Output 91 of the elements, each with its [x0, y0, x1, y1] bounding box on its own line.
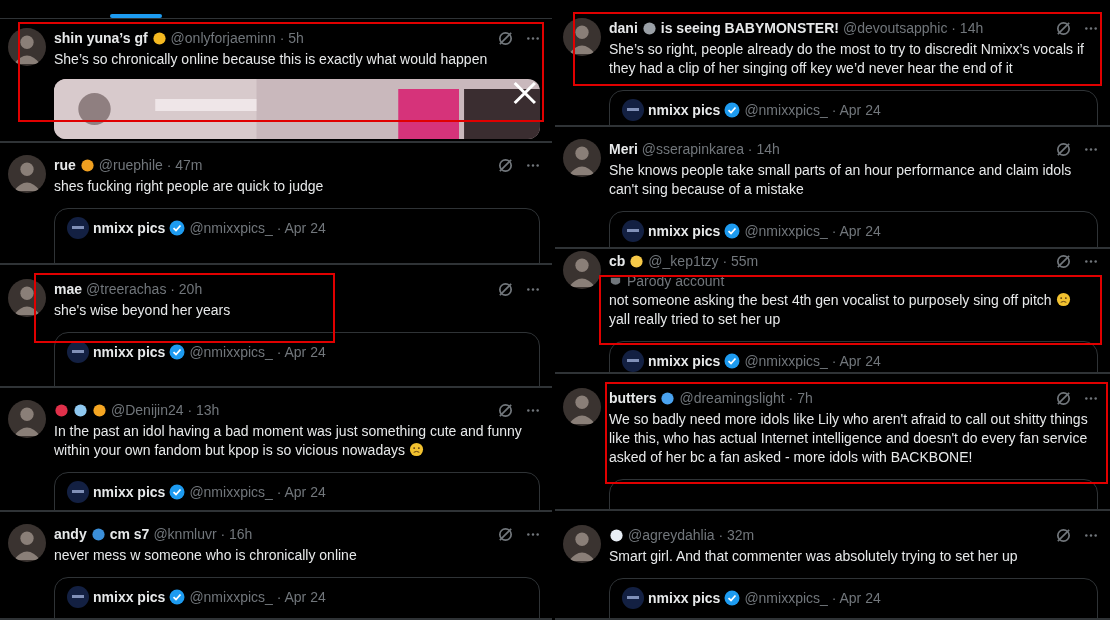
- handle-and-time: @Denijin24 · 13h: [111, 402, 220, 418]
- logo-avatar: [622, 350, 644, 372]
- avatar[interactable]: [8, 28, 46, 66]
- tweet-text: within your own fandom but kpop is so vicious nowadays: [54, 442, 405, 458]
- handle-and-time: @nmixxpics_ · Apr 24: [189, 484, 326, 500]
- avatar[interactable]: [8, 524, 46, 562]
- quoted-post[interactable]: nmixx pics @nmixxpics_ · Apr 24: [54, 577, 540, 618]
- tweet-text: never mess w someone who is chronically online: [54, 547, 357, 563]
- slashed-circle-icon[interactable]: [1055, 526, 1072, 544]
- more-icon[interactable]: [526, 286, 540, 292]
- logo-avatar: [622, 99, 644, 121]
- handle-and-time: @dreamingslight · 7h: [679, 390, 813, 406]
- logo-avatar: [622, 587, 644, 609]
- handle-and-time: @ruephile · 47m: [98, 157, 203, 173]
- display-name[interactable]: cm s7: [109, 526, 150, 542]
- handle-and-time: @nmixxpics_ · Apr 24: [189, 220, 326, 236]
- avatar[interactable]: [563, 18, 601, 56]
- logo-avatar: [622, 220, 644, 242]
- tweet-text: She’s so right, people already do the most to try to discredit Nmixx’s vocals if they had a clip of her singing off key we’d never hear the end of it: [609, 41, 1084, 76]
- handle-and-time: @treerachas · 20h: [86, 281, 203, 297]
- more-icon[interactable]: [1084, 25, 1098, 31]
- tweet-text: She’s so chronically online because this is exactly what would happen: [54, 51, 488, 67]
- display-name[interactable]: andy: [54, 526, 87, 542]
- display-name[interactable]: is seeing BABYMONSTER!: [660, 20, 839, 36]
- slashed-circle-icon[interactable]: [497, 29, 514, 47]
- logo-avatar: [67, 217, 89, 239]
- slashed-circle-icon[interactable]: [1055, 19, 1072, 37]
- more-icon[interactable]: [526, 35, 540, 41]
- avatar[interactable]: [8, 279, 46, 317]
- avatar[interactable]: [563, 525, 601, 563]
- display-name[interactable]: dani: [609, 20, 638, 36]
- slashed-circle-icon[interactable]: [497, 401, 514, 419]
- handle-and-time: @_kep1tzy · 55m: [648, 253, 759, 269]
- slashed-circle-icon[interactable]: [1055, 140, 1072, 158]
- display-name: nmixx pics: [93, 344, 166, 360]
- tweet-text: In the past an idol having a bad moment was just something cute and funny: [54, 423, 522, 439]
- handle-and-time: @nmixxpics_ · Apr 24: [744, 102, 881, 118]
- quoted-post[interactable]: nmixx pics @nmixxpics_ · Apr 24: [609, 90, 1098, 125]
- logo-avatar: [67, 586, 89, 608]
- display-name: nmixx pics: [648, 353, 721, 369]
- display-name: nmixx pics: [648, 223, 721, 239]
- avatar[interactable]: [8, 400, 46, 438]
- quoted-post[interactable]: nmixx pics @nmixxpics_ · Apr 24: [54, 208, 540, 263]
- avatar[interactable]: [8, 155, 46, 193]
- more-icon[interactable]: [526, 162, 540, 168]
- tweet-text: We so badly need more idols like Lily who aren't afraid to call out shitty things like this, who has actual Internet intelligence and doesn't do every fan service asked of her bc a fan asked - more idols with BACKBONE!: [609, 411, 1088, 465]
- avatar[interactable]: [563, 251, 601, 289]
- handle-and-time: @nmixxpics_ · Apr 24: [189, 344, 326, 360]
- slashed-circle-icon[interactable]: [497, 525, 514, 543]
- avatar[interactable]: [563, 139, 601, 177]
- slashed-circle-icon[interactable]: [1055, 252, 1072, 270]
- more-icon[interactable]: [1084, 395, 1098, 401]
- display-name: nmixx pics: [93, 589, 166, 605]
- tweet-text: She knows people take small parts of an hour performance and claim idols can't sing because of a mistake: [609, 162, 1072, 197]
- display-name: nmixx pics: [648, 590, 721, 606]
- handle-and-time: @nmixxpics_ · Apr 24: [744, 223, 881, 239]
- tweet-text: she's wise beyond her years: [54, 302, 231, 318]
- slashed-circle-icon[interactable]: [497, 156, 514, 174]
- slashed-circle-icon[interactable]: [497, 280, 514, 298]
- display-name[interactable]: Meri: [609, 141, 638, 157]
- display-name: nmixx pics: [93, 484, 166, 500]
- more-icon[interactable]: [526, 531, 540, 537]
- display-name[interactable]: butters: [609, 390, 657, 406]
- logo-avatar: [67, 481, 89, 503]
- handle-and-time: @onlyforjaeminn · 5h: [170, 30, 304, 46]
- more-icon[interactable]: [1084, 146, 1098, 152]
- tweet-text: Smart girl. And that commenter was absolutely trying to set her up: [609, 548, 1018, 564]
- tab-indicator: [110, 14, 162, 18]
- more-icon[interactable]: [1084, 258, 1098, 264]
- logo-avatar: [67, 341, 89, 363]
- display-name[interactable]: mae: [54, 281, 83, 297]
- handle-and-time: @agreydahlia · 32m: [628, 527, 755, 543]
- tweet-text: not someone asking the best 4th gen vocalist to purposely sing off pitch: [609, 292, 1052, 308]
- more-icon[interactable]: [1084, 532, 1098, 538]
- display-name[interactable]: cb: [609, 253, 626, 269]
- display-name: nmixx pics: [648, 102, 721, 118]
- handle-and-time: @nmixxpics_ · Apr 24: [189, 589, 326, 605]
- more-icon[interactable]: [526, 407, 540, 413]
- quoted-post[interactable]: nmixx pics @nmixxpics_ · Apr 24: [609, 578, 1098, 618]
- handle-and-time: @sserapinkarea · 14h: [641, 141, 780, 157]
- tweet-text: yall really tried to set her up: [609, 311, 781, 327]
- avatar[interactable]: [563, 388, 601, 426]
- handle-and-time: @devoutsapphic · 14h: [842, 20, 984, 36]
- tweet-text: shes fucking right people are quick to judge: [54, 178, 324, 194]
- display-name[interactable]: rue: [54, 157, 76, 173]
- handle-and-time: @nmixxpics_ · Apr 24: [744, 590, 881, 606]
- display-name[interactable]: shin yuna’s gf: [54, 30, 148, 46]
- handle-and-time: @knmluvr · 16h: [153, 526, 253, 542]
- handle-and-time: @nmixxpics_ · Apr 24: [744, 353, 881, 369]
- slashed-circle-icon[interactable]: [1055, 389, 1072, 407]
- display-name: nmixx pics: [93, 220, 166, 236]
